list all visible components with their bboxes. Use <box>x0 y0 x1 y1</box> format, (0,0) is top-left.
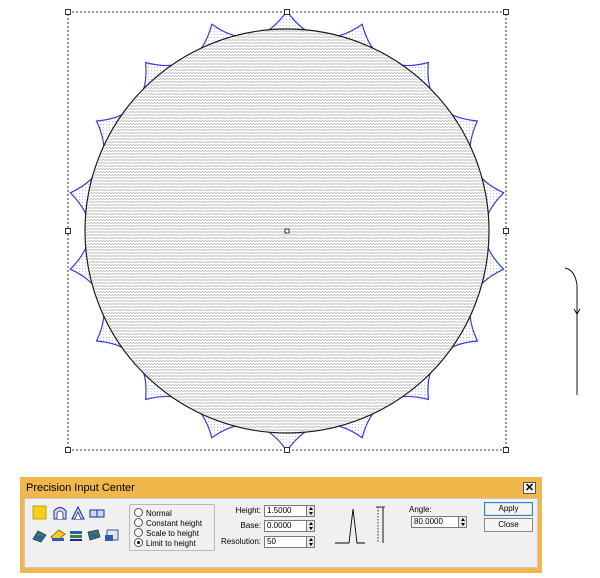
selection-handle[interactable] <box>65 447 71 453</box>
stack-tool-5-icon[interactable] <box>104 527 120 543</box>
resolution-input[interactable]: 50 <box>264 536 315 548</box>
close-button[interactable]: Close <box>484 518 533 532</box>
selection-handle[interactable] <box>503 447 509 453</box>
double-box-icon[interactable] <box>89 505 105 521</box>
angle-spinner[interactable] <box>458 516 467 528</box>
height-input[interactable]: 1.5000 <box>264 505 315 517</box>
selection-handle[interactable] <box>65 228 71 234</box>
base-label: Base: <box>240 521 261 530</box>
angle-input[interactable]: 80.0000 <box>411 516 467 528</box>
selection-handle[interactable] <box>284 9 290 15</box>
stack-tool-3-icon[interactable] <box>68 527 84 543</box>
radio-scale-to-height[interactable] <box>134 528 143 537</box>
angle-label: Angle: <box>409 505 432 514</box>
height-spinner[interactable] <box>306 505 315 517</box>
stack-tool-2-icon[interactable] <box>50 527 66 543</box>
resolution-spinner[interactable] <box>306 536 315 548</box>
base-input[interactable]: 0.0000 <box>264 520 315 532</box>
yellow-square-icon[interactable] <box>32 505 48 521</box>
height-label: Height: <box>235 506 261 515</box>
radio-normal[interactable] <box>134 508 143 517</box>
selection-handle[interactable] <box>503 9 509 15</box>
base-spinner[interactable] <box>306 520 315 532</box>
height-profile-preview <box>335 506 385 544</box>
radio-limit-to-height[interactable] <box>134 538 143 547</box>
center-handle[interactable] <box>284 228 290 234</box>
selection-handle[interactable] <box>503 228 509 234</box>
precision-input-center-panel: Precision Input Center ✕ Normal Constant… <box>20 477 542 573</box>
mode-limit-to-height[interactable]: Limit to height <box>134 538 196 548</box>
selection-handle[interactable] <box>65 9 71 15</box>
drawing-canvas[interactable] <box>0 0 600 468</box>
mode-normal[interactable]: Normal <box>134 508 172 518</box>
canvas-drawing <box>65 9 581 453</box>
selection-handle[interactable] <box>284 447 290 453</box>
apply-button[interactable]: Apply <box>484 502 533 516</box>
close-icon[interactable]: ✕ <box>523 482 536 494</box>
stack-tool-4-icon[interactable] <box>86 527 102 543</box>
mode-scale-to-height[interactable]: Scale to height <box>134 528 199 538</box>
panel-body: Normal Constant height Scale to height L… <box>24 498 538 568</box>
resolution-label: Resolution: <box>220 537 261 546</box>
panel-title: Precision Input Center <box>26 482 135 494</box>
panel-titlebar: Precision Input Center ✕ <box>24 479 538 497</box>
mode-constant-height[interactable]: Constant height <box>134 518 202 528</box>
stack-tool-1-icon[interactable] <box>32 527 48 543</box>
side-path-object[interactable] <box>564 267 578 395</box>
arch-shape-icon[interactable] <box>52 505 68 521</box>
radio-constant-height[interactable] <box>134 518 143 527</box>
peak-shape-icon[interactable] <box>70 505 86 521</box>
